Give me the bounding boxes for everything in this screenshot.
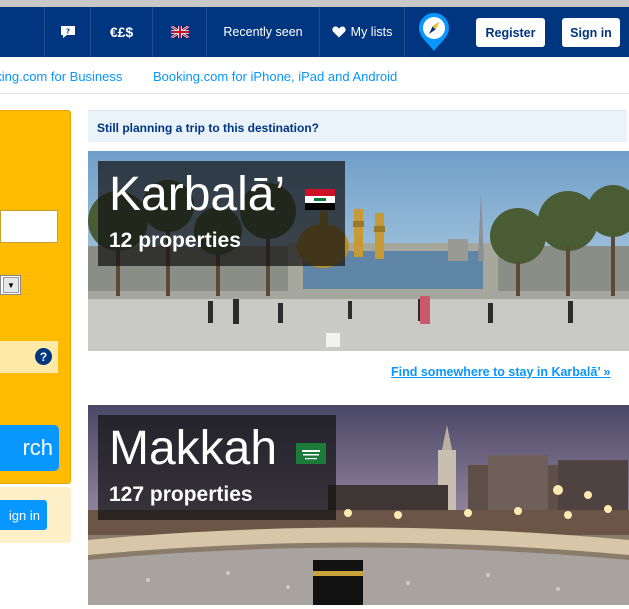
heart-icon <box>332 26 346 38</box>
search-button-label: rch <box>22 435 53 460</box>
property-count: 12 properties <box>109 229 241 252</box>
my-lists-label: My lists <box>350 25 393 39</box>
destination-card-karbala[interactable]: Karbalā’ 12 properties <box>88 151 629 351</box>
recently-seen-label: Recently seen <box>223 25 303 39</box>
register-button[interactable]: Register <box>476 18 545 47</box>
top-navbar: ? €£$ Recently seen My lists Register Si… <box>0 7 629 57</box>
find-stay-link[interactable]: Find somewhere to stay in Karbalā’ » <box>391 365 611 379</box>
recently-seen-button[interactable]: Recently seen <box>206 7 319 57</box>
iraq-flag-icon <box>305 189 335 210</box>
deals-compass-button[interactable] <box>412 7 456 57</box>
language-selector[interactable] <box>152 7 206 57</box>
currency-label: €£$ <box>109 24 134 40</box>
dropdown-arrow-icon[interactable]: ▼ <box>3 277 19 293</box>
sidebar-sign-in-label: ign in <box>8 507 40 523</box>
my-lists-button[interactable]: My lists <box>319 7 405 57</box>
destination-card-makkah[interactable]: Makkah 127 properties <box>88 405 629 605</box>
business-link[interactable]: oking.com for Business <box>0 69 122 84</box>
help-icon[interactable]: ? <box>35 348 52 365</box>
uk-flag-icon <box>170 26 189 38</box>
destination-input[interactable] <box>0 210 58 243</box>
feedback-button[interactable]: ? <box>44 7 90 57</box>
city-name: Makkah <box>109 422 278 475</box>
secondary-nav: oking.com for Business Booking.com for i… <box>0 58 629 94</box>
browser-top-strip <box>0 0 629 7</box>
saudi-flag-icon <box>296 443 326 464</box>
karbala-caption: Karbalā’ 12 properties <box>98 161 345 266</box>
search-button[interactable]: rch <box>0 425 59 471</box>
chat-bubble-icon: ? <box>60 26 75 38</box>
makkah-caption: Makkah 127 properties <box>98 415 336 520</box>
sidebar-sign-in-button[interactable]: ign in <box>0 500 47 530</box>
sign-in-button[interactable]: Sign in <box>562 18 620 47</box>
property-count: 127 properties <box>109 483 253 506</box>
compass-icon <box>419 13 449 51</box>
guests-select[interactable]: ▼ <box>0 275 21 295</box>
svg-text:?: ? <box>65 28 69 36</box>
currency-selector[interactable]: €£$ <box>90 7 152 57</box>
mobile-apps-link[interactable]: Booking.com for iPhone, iPad and Android <box>153 69 397 84</box>
planning-banner: Still planning a trip to this destinatio… <box>88 110 627 142</box>
city-name: Karbalā’ <box>109 168 286 221</box>
